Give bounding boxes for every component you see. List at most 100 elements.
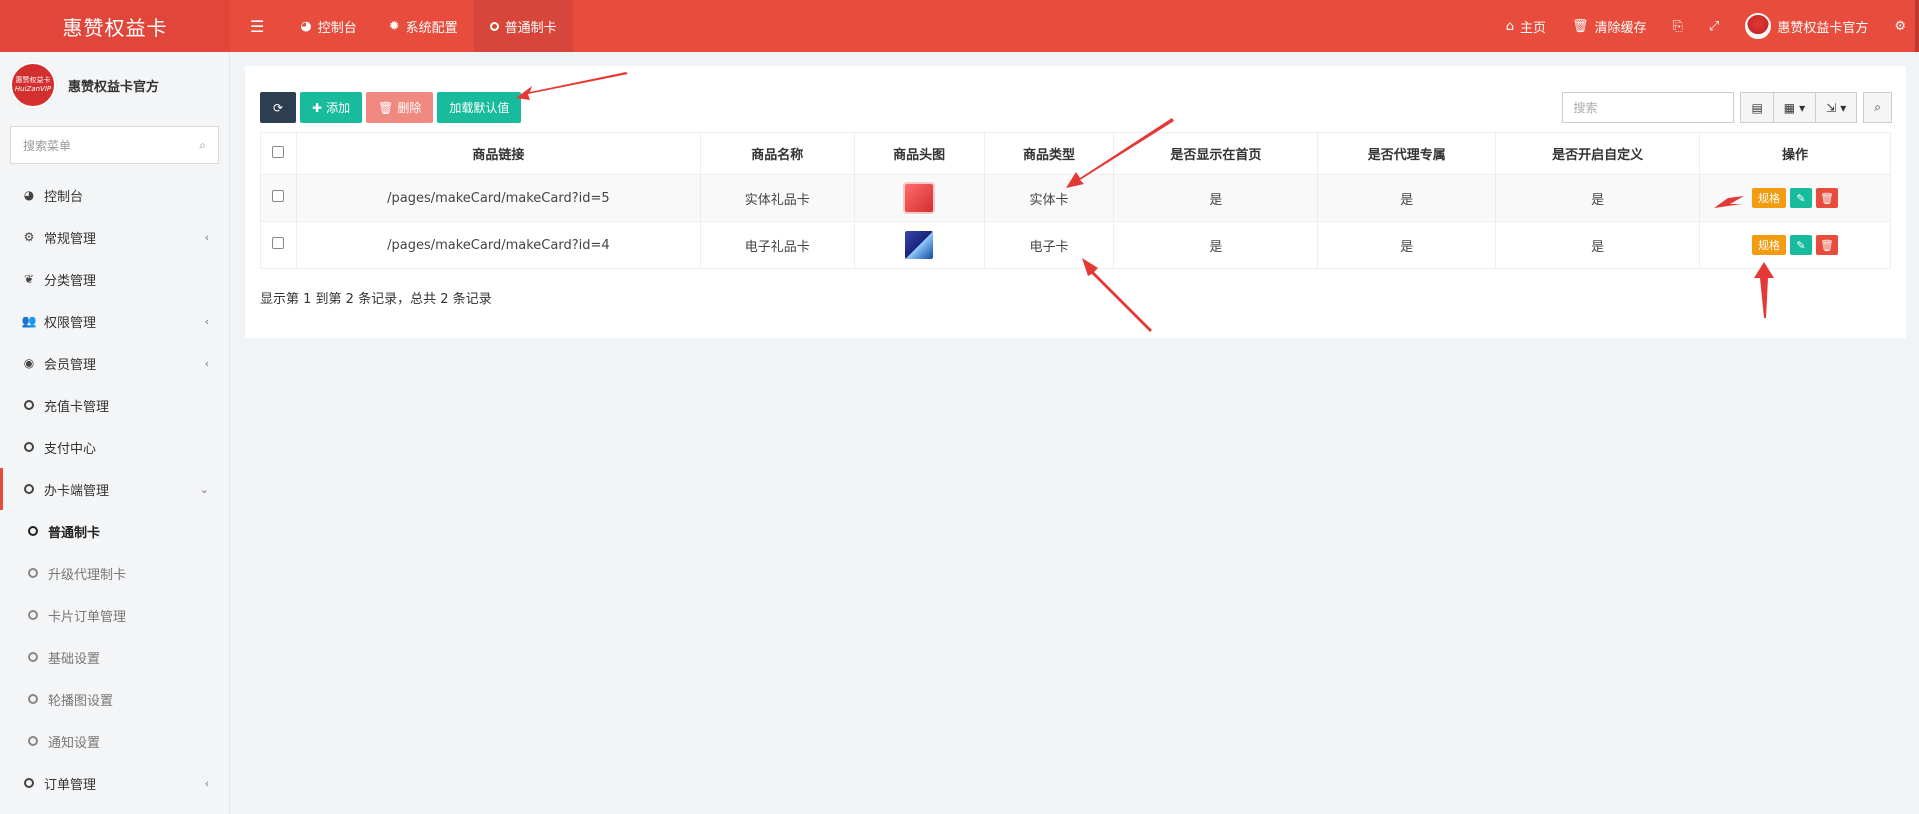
sidebar-item-carousel[interactable]: 轮播图设置 <box>0 678 229 720</box>
column-header[interactable]: 是否显示在首页 <box>1113 132 1319 175</box>
fullscreen-button[interactable]: ⤢ <box>1696 0 1732 52</box>
language-button[interactable]: ⎘ <box>1660 0 1696 52</box>
gear-icon: ✹ <box>388 18 400 34</box>
product-thumbnail[interactable] <box>905 231 934 259</box>
cell-link: /pages/makeCard/makeCard?id=5 <box>295 174 701 222</box>
home-label: 主页 <box>1519 20 1546 36</box>
cell-actions: 规格 ✎ 🗑 <box>1699 221 1891 269</box>
column-header[interactable]: 是否开启自定义 <box>1495 132 1701 175</box>
table-row[interactable]: /pages/makeCard/makeCard?id=5 实体礼品卡 实体卡 … <box>260 174 1891 222</box>
brand-title[interactable]: 惠赞权益卡 <box>0 0 230 52</box>
advanced-search-button[interactable]: ⌕ <box>1863 92 1892 123</box>
dashboard-icon: ◕ <box>23 188 35 202</box>
table-toolbar-right: 搜索 ▤ ▦ ▾ ⇲ ▾ ⌕ <box>1562 92 1892 123</box>
logo-subtext: HuiZanVIP <box>14 85 52 93</box>
fullscreen-icon: ⤢ <box>1708 18 1720 34</box>
leaf-icon: ❦ <box>23 272 35 286</box>
sidebar-item-label: 基础设置 <box>48 651 101 667</box>
tab-dashboard[interactable]: ◕ 控制台 <box>284 0 372 52</box>
product-table: 商品链接 商品名称 商品头图 商品类型 是否显示在首页 是否代理专属 是否开启自… <box>260 132 1891 269</box>
column-header[interactable]: 商品链接 <box>295 132 701 175</box>
sidebar-username: 惠赞权益卡官方 <box>68 79 160 95</box>
sidebar-item-basic-settings[interactable]: 基础设置 <box>0 636 229 678</box>
home-icon: ⌂ <box>1505 18 1514 34</box>
table-search-input[interactable]: 搜索 <box>1562 92 1735 123</box>
load-default-button[interactable]: 加载默认值 <box>437 92 522 123</box>
cogs-icon: ⚙ <box>23 230 35 244</box>
main-panel: ⟳ ✚ 添加 🗑 删除 加载默认值 搜索 ▤ ▦ ▾ ⇲ ▾ ⌕ 商品链接 商品名称 商… <box>245 66 1906 338</box>
select-all-checkbox[interactable] <box>272 145 285 158</box>
sidebar-item-label: 常规管理 <box>44 231 97 247</box>
sidebar-item-label: 通知设置 <box>48 735 101 751</box>
sidebar-item-category[interactable]: ❦ 分类管理 <box>0 258 229 300</box>
hamburger-icon: ☰ <box>250 16 265 36</box>
clear-cache-button[interactable]: 🗑 清除缓存 <box>1559 0 1660 52</box>
pagination-summary: 显示第 1 到第 2 条记录，总共 2 条记录 <box>260 292 492 307</box>
spec-button[interactable]: 规格 <box>1752 188 1787 208</box>
delete-row-button[interactable]: 🗑 <box>1816 235 1839 255</box>
settings-button[interactable]: ⚙ <box>1881 0 1919 52</box>
tab-normal-card[interactable]: 普通制卡 <box>473 0 573 52</box>
export-button[interactable]: ⇲ ▾ <box>1816 92 1858 123</box>
sidebar-search-input[interactable]: 搜索菜单 ⌕ <box>10 126 219 164</box>
cell-name: 实体礼品卡 <box>699 174 855 222</box>
refresh-button[interactable]: ⟳ <box>260 92 296 123</box>
column-header[interactable]: 商品类型 <box>983 132 1115 175</box>
sidebar-item-payment[interactable]: 支付中心 <box>0 426 229 468</box>
add-label: 添加 <box>326 101 351 115</box>
sidebar-item-auth[interactable]: 👥 权限管理 ‹ <box>0 300 229 342</box>
list-icon: ▤ <box>1751 100 1763 115</box>
delete-row-button[interactable]: 🗑 <box>1816 188 1839 208</box>
sidebar-item-label: 控制台 <box>44 189 84 205</box>
delete-button[interactable]: 🗑 删除 <box>366 92 434 123</box>
view-options: ▤ ▦ ▾ ⇲ ▾ <box>1740 92 1858 123</box>
select-all-cell <box>260 132 297 175</box>
top-right-nav: ⌂ 主页 🗑 清除缓存 ⎘ ⤢ 惠赞权益卡官方 ⚙ <box>1493 0 1919 52</box>
toggle-view-button[interactable]: ▤ <box>1740 92 1774 123</box>
menu-toggle-button[interactable]: ☰ <box>230 0 284 52</box>
sidebar-item-recharge[interactable]: 充值卡管理 <box>0 384 229 426</box>
chevron-down-icon: ⌄ <box>199 482 209 496</box>
cell-type: 实体卡 <box>983 174 1115 222</box>
export-icon: ⇲ <box>1826 100 1837 115</box>
sidebar: 惠赞权益卡 HuiZanVIP 惠赞权益卡官方 搜索菜单 ⌕ ◕ 控制台 ⚙ 常规管… <box>0 52 230 814</box>
column-header[interactable]: 商品头图 <box>853 132 985 175</box>
column-header[interactable]: 商品名称 <box>699 132 855 175</box>
cell-agent: 是 <box>1317 221 1497 269</box>
scrollbar[interactable] <box>1915 0 1919 52</box>
edit-button[interactable]: ✎ <box>1790 235 1813 255</box>
sidebar-item-dashboard[interactable]: ◕ 控制台 <box>0 174 229 216</box>
sidebar-item-label: 分类管理 <box>44 273 97 289</box>
sidebar-item-notify[interactable]: 通知设置 <box>0 720 229 762</box>
sidebar-item-orders[interactable]: 订单管理 ‹ <box>0 762 229 804</box>
sidebar-item-agent-card[interactable]: 升级代理制卡 <box>0 552 229 594</box>
product-thumbnail[interactable] <box>905 184 934 212</box>
columns-button[interactable]: ▦ ▾ <box>1773 92 1817 123</box>
spec-button[interactable]: 规格 <box>1752 235 1787 255</box>
chevron-left-icon: ‹ <box>204 230 209 244</box>
table-row[interactable]: /pages/makeCard/makeCard?id=4 电子礼品卡 电子卡 … <box>260 221 1891 269</box>
tab-system-config[interactable]: ✹ 系统配置 <box>373 0 474 52</box>
sidebar-item-member[interactable]: ◉ 会员管理 ‹ <box>0 342 229 384</box>
column-header[interactable]: 是否代理专属 <box>1317 132 1497 175</box>
dashboard-icon: ◕ <box>300 18 312 34</box>
row-checkbox[interactable] <box>272 190 285 202</box>
circle-icon <box>22 442 36 452</box>
row-checkbox[interactable] <box>272 237 285 249</box>
sidebar-item-card-client[interactable]: 办卡端管理 ⌄ <box>0 468 229 510</box>
sidebar-item-label: 支付中心 <box>44 441 97 457</box>
sidebar-item-label: 卡片订单管理 <box>48 609 127 625</box>
sidebar-item-general[interactable]: ⚙ 常规管理 ‹ <box>0 216 229 258</box>
user-menu[interactable]: 惠赞权益卡官方 <box>1732 0 1881 52</box>
circle-icon <box>26 568 40 578</box>
add-button[interactable]: ✚ 添加 <box>300 92 363 123</box>
language-icon: ⎘ <box>1672 18 1683 34</box>
home-link[interactable]: ⌂ 主页 <box>1493 0 1559 52</box>
cell-name: 电子礼品卡 <box>699 221 855 269</box>
table-toolbar: ⟳ ✚ 添加 🗑 删除 加载默认值 <box>260 92 522 123</box>
sidebar-item-normal-card[interactable]: 普通制卡 <box>0 510 229 552</box>
sidebar-item-card-orders[interactable]: 卡片订单管理 <box>0 594 229 636</box>
edit-button[interactable]: ✎ <box>1790 188 1813 208</box>
search-placeholder: 搜索 <box>1573 101 1598 115</box>
trash-icon: 🗑 <box>378 100 394 115</box>
